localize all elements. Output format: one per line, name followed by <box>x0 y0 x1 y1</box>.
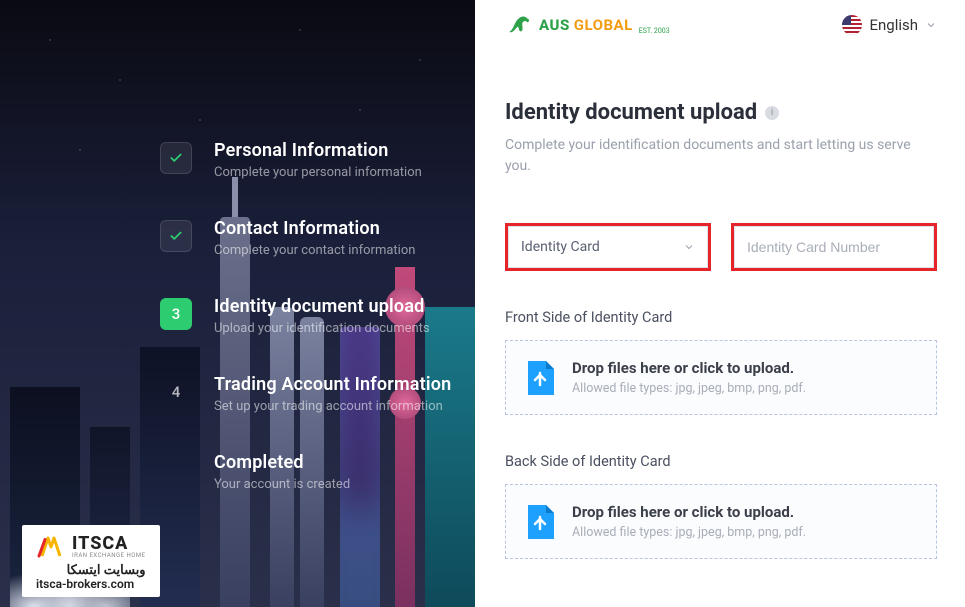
document-number-input[interactable] <box>747 239 921 255</box>
step-personal-info: Personal Information Complete your perso… <box>160 140 475 180</box>
document-number-field-wrap <box>734 226 934 268</box>
kangaroo-icon <box>505 13 535 37</box>
itsca-name: ITSCA <box>72 535 146 553</box>
step-subtitle: Complete your contact information <box>214 243 415 258</box>
check-icon <box>169 229 183 243</box>
step-subtitle: Complete your personal information <box>214 165 422 180</box>
step-title: Contact Information <box>214 218 415 239</box>
step-badge-done <box>160 220 192 252</box>
brand-global: GLOBAL <box>574 16 633 34</box>
step-identity-upload: 3 Identity document upload Upload your i… <box>160 296 475 336</box>
drop-sub-text: Allowed file types: jpg, jpeg, bmp, png,… <box>572 525 806 540</box>
drop-main-text: Drop files here or click to upload. <box>572 359 806 377</box>
step-badge-pending: 4 <box>160 376 192 408</box>
itsca-watermark: ITSCA IRAN EXCHANGE HOME وبسایت ایتسکا i… <box>22 525 160 597</box>
step-badge-pending <box>160 454 192 486</box>
highlight-doc-type: Identity Card <box>505 223 711 271</box>
highlight-doc-number <box>731 223 937 271</box>
step-badge-done <box>160 142 192 174</box>
select-value: Identity Card <box>521 239 600 255</box>
drop-main-text: Drop files here or click to upload. <box>572 503 806 521</box>
page-subtitle: Complete your identification documents a… <box>505 135 925 177</box>
language-label: English <box>869 16 918 34</box>
front-side-label: Front Side of Identity Card <box>505 309 937 326</box>
step-contact-info: Contact Information Complete your contac… <box>160 218 475 258</box>
brand-est: EST. 2003 <box>639 27 670 35</box>
brand-aus: AUS <box>539 16 570 34</box>
step-subtitle: Your account is created <box>214 477 350 492</box>
main-content: AUS GLOBAL EST. 2003 English Identity do… <box>475 0 965 607</box>
back-upload-dropzone[interactable]: Drop files here or click to upload. Allo… <box>505 484 937 559</box>
form-row: Identity Card <box>505 223 937 271</box>
document-type-select[interactable]: Identity Card <box>508 226 708 268</box>
drop-sub-text: Allowed file types: jpg, jpeg, bmp, png,… <box>572 381 806 396</box>
step-title: Personal Information <box>214 140 422 161</box>
front-upload-dropzone[interactable]: Drop files here or click to upload. Allo… <box>505 340 937 415</box>
flag-us-icon <box>842 15 862 35</box>
step-title: Identity document upload <box>214 296 430 317</box>
itsca-arabic: وبسایت ایتسکا <box>36 563 146 578</box>
chevron-down-icon <box>925 19 937 31</box>
header: AUS GLOBAL EST. 2003 English <box>505 0 937 44</box>
step-title: Trading Account Information <box>214 374 451 395</box>
step-badge-active: 3 <box>160 298 192 330</box>
step-completed: Completed Your account is created <box>160 452 475 492</box>
back-side-label: Back Side of Identity Card <box>505 453 937 470</box>
step-trading-account: 4 Trading Account Information Set up you… <box>160 374 475 414</box>
page-title: Identity document upload <box>505 100 757 125</box>
check-icon <box>169 151 183 165</box>
step-subtitle: Upload your identification documents <box>214 321 430 336</box>
file-upload-icon <box>526 361 554 395</box>
file-upload-icon <box>526 505 554 539</box>
itsca-logo-icon <box>36 533 66 561</box>
steps-list: Personal Information Complete your perso… <box>0 0 475 492</box>
itsca-url: itsca-brokers.com <box>36 577 146 591</box>
chevron-down-icon <box>683 241 695 253</box>
step-subtitle: Set up your trading account information <box>214 399 451 414</box>
info-icon[interactable]: i <box>765 106 779 120</box>
brand-logo: AUS GLOBAL EST. 2003 <box>505 13 670 37</box>
language-selector[interactable]: English <box>842 15 937 35</box>
step-title: Completed <box>214 452 350 473</box>
itsca-tagline: IRAN EXCHANGE HOME <box>72 553 146 559</box>
onboarding-sidebar: Personal Information Complete your perso… <box>0 0 475 607</box>
